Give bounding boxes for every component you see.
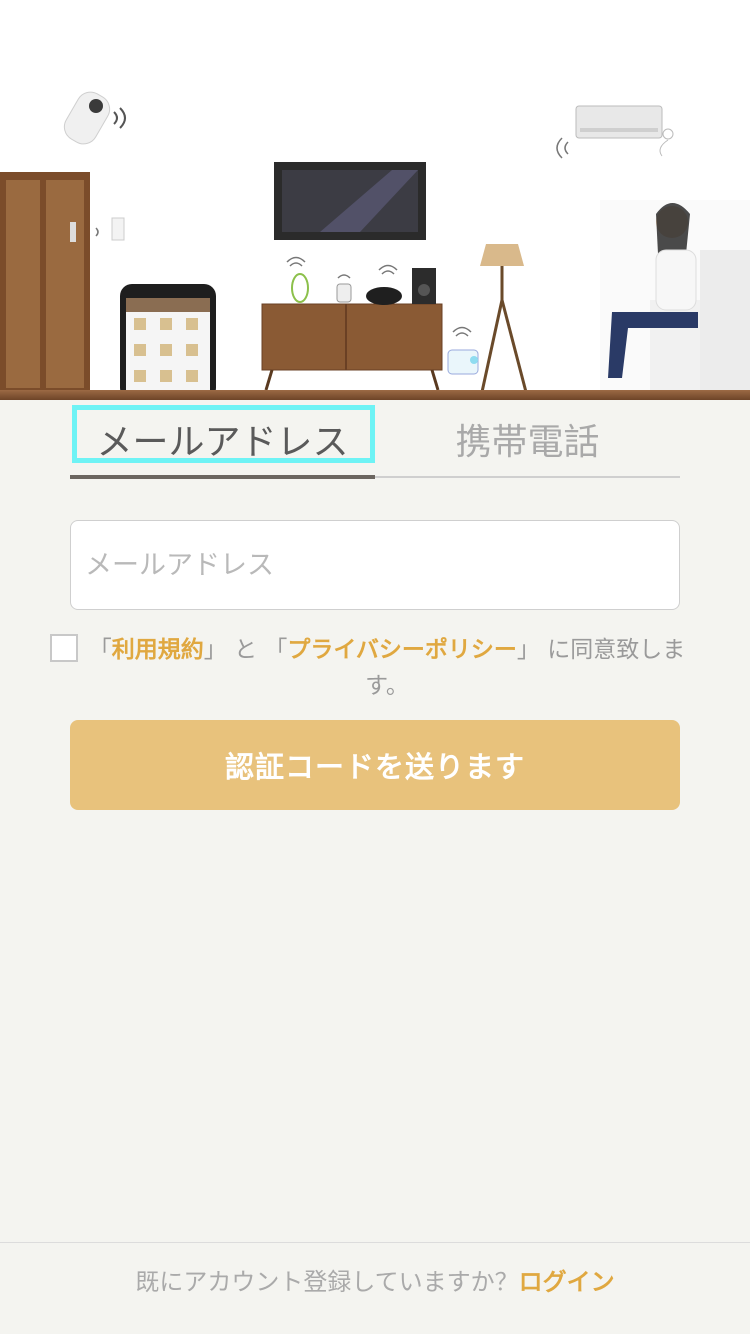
terms-link[interactable]: 利用規約 (112, 637, 204, 663)
email-field[interactable] (70, 520, 680, 610)
tab-phone[interactable]: 携帯電話 (375, 400, 680, 478)
doorbell-camera-icon (63, 91, 126, 145)
tv-cabinet-icon (261, 303, 443, 391)
air-conditioner-icon (556, 105, 674, 159)
smartphone-illustration (120, 284, 216, 400)
smart-devices-icon (291, 268, 436, 305)
signup-method-tabs: メールアドレス 携帯電話 (70, 400, 680, 480)
smart-plug-icon (447, 349, 479, 375)
floor (0, 390, 750, 400)
floor-lamp-icon (480, 244, 528, 393)
tab-phone-label: 携帯電話 (455, 422, 600, 463)
send-verification-code-button[interactable]: 認証コードを送ります (70, 720, 680, 810)
send-button-label: 認証コードを送ります (224, 750, 525, 784)
door-icon (0, 172, 90, 392)
quote-close: 」 (516, 637, 540, 663)
tab-email-label: メールアドレス (96, 422, 349, 463)
login-prompt: 既にアカウント登録していますか？ログイン (0, 1262, 750, 1297)
television-icon (274, 162, 426, 240)
agreement-text: 「利用規約」 と 「プライバシーポリシー」 に同意致します。 (82, 632, 692, 704)
tab-active-indicator (70, 475, 375, 479)
login-link[interactable]: ログイン (519, 1268, 615, 1296)
login-question: 既にアカウント登録していますか？ (135, 1268, 519, 1296)
quote-open: 「 (264, 637, 288, 663)
tab-email[interactable]: メールアドレス (70, 400, 375, 478)
quote-close: 」 (203, 637, 227, 663)
hero-illustration (0, 0, 750, 400)
agree-checkbox[interactable] (50, 634, 78, 662)
door-sensor-icon (95, 217, 125, 241)
footer-divider (0, 1242, 750, 1243)
smart-home-scene (0, 91, 750, 400)
quote-open: 「 (88, 637, 112, 663)
person-on-stairs-illustration (600, 200, 750, 390)
and-text: と (234, 637, 258, 663)
privacy-policy-link[interactable]: プライバシーポリシー (287, 637, 517, 663)
